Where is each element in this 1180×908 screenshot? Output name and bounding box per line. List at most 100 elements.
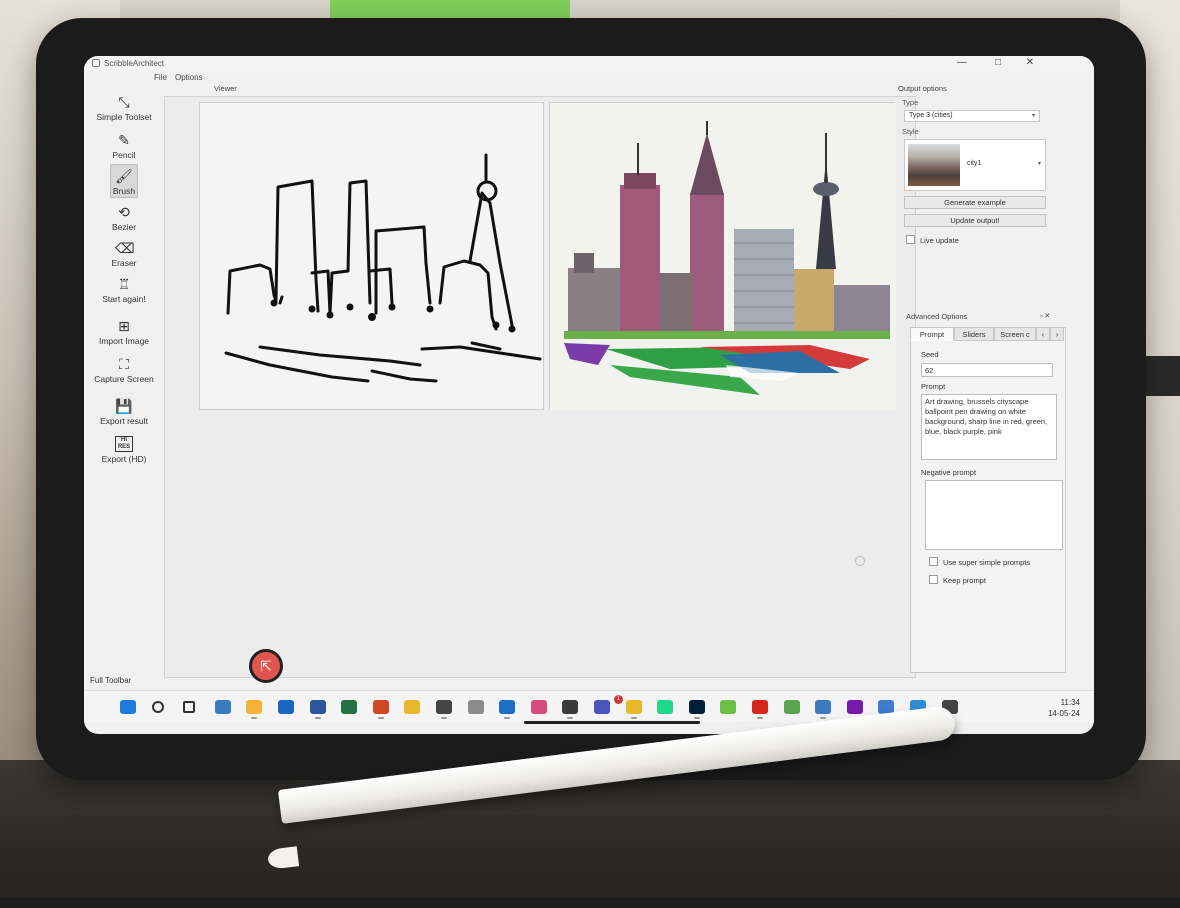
type-dropdown[interactable]: Type 3 (cities) ▾ [904,110,1040,122]
export-hd-button[interactable]: HI RES Export (HD) [84,436,164,464]
negative-prompt-textarea[interactable] [925,480,1063,550]
app-icon [92,59,100,67]
tab-screen[interactable]: Screen c [994,327,1036,341]
undock-icon[interactable]: ▫ ✕ [1040,312,1050,320]
bottom-edge [0,898,1180,908]
chrome-profile-icon[interactable] [625,700,642,714]
tab-prompt[interactable]: Prompt [910,327,954,341]
app-window: ScribbleArchitect — □ ✕ File Options ⤡ S… [84,56,1094,734]
running-indicator [693,717,700,719]
chevron-down-icon: ▾ [1031,113,1035,119]
onenote-icon[interactable] [846,700,863,714]
powerpoint-icon[interactable] [372,700,389,714]
viewer-area[interactable]: ⇱ [164,96,916,683]
eraser-icon: ⌫ [115,240,135,256]
title-bar: ScribbleArchitect — □ ✕ [84,56,1094,72]
running-indicator [441,717,447,719]
vpn-icon[interactable] [499,700,516,714]
advanced-options-title: Advanced Options [906,312,968,321]
output-options-title: Output options [898,84,947,93]
teams-icon[interactable] [594,700,610,714]
viewer-label: Viewer [214,84,237,93]
type-dropdown-value: Type 3 (cities) [909,112,953,119]
keep-prompt-checkbox[interactable] [929,575,938,584]
import-image-button[interactable]: ⊞ Import Image [84,318,164,346]
system-clock[interactable]: 11:34 14-05-24 [1048,697,1080,719]
running-indicator [377,717,384,719]
network-icon[interactable] [815,700,832,714]
outlook-icon[interactable] [278,700,294,714]
davinci-icon[interactable] [436,700,452,714]
running-indicator [630,717,637,719]
brush-tool[interactable]: 🖌 Brush [84,164,164,198]
pycharm-icon[interactable] [657,700,674,714]
running-indicator [757,717,763,719]
keep-prompt-label: Keep prompt [943,576,986,585]
sketch-drawing [224,153,542,383]
bezier-icon: ⟲ [118,204,130,220]
running-indicator [251,717,258,719]
brush-icon: 🖌 [115,168,133,184]
touch-cursor [855,556,865,566]
start-again-button[interactable]: ♖ Start again! [84,276,164,304]
status-bar-text: Full Toolbar [90,676,132,685]
remote-desktop-icon[interactable] [214,700,231,714]
close-button[interactable]: ✕ [1022,57,1038,68]
search-icon[interactable] [151,701,164,713]
open-external-button[interactable]: ⇱ [249,649,283,683]
maximize-button[interactable]: □ [990,57,1006,68]
seed-label: Seed [921,350,939,359]
super-simple-checkbox[interactable] [929,557,938,566]
word-icon[interactable] [309,700,326,714]
broom-icon: ♖ [117,276,131,292]
bezier-tool[interactable]: ⟲ Bezier [84,204,164,232]
running-indicator [567,717,574,719]
live-update-label: Live update [920,236,959,245]
style-label: Style [902,127,919,136]
acrobat-icon[interactable] [752,700,768,714]
sticky-notes-icon[interactable] [562,700,579,714]
photoshop-icon[interactable] [688,700,705,714]
style-dropdown-value: city1 [967,160,982,167]
paint-icon[interactable] [783,700,800,714]
update-output-button[interactable]: Update output! [904,214,1046,227]
generate-example-button[interactable]: Generate example [904,196,1046,209]
live-update-checkbox[interactable] [906,235,915,244]
eraser-tool[interactable]: ⌫ Eraser [84,240,164,268]
type-label: Type [902,98,919,107]
capture-screen-button[interactable]: ⛶ Capture Screen [84,356,164,384]
generated-output-canvas[interactable] [549,102,896,411]
style-dropdown[interactable]: city1 ▾ [904,139,1046,191]
excel-icon[interactable] [341,700,358,714]
add-image-icon: ⊞ [118,318,130,334]
file-explorer-icon[interactable] [246,700,263,714]
pencil-tool[interactable]: ✎ Pencil [84,132,164,160]
start-icon[interactable] [120,700,136,714]
export-result-button[interactable]: 💾 Export result [84,398,164,426]
left-toolbar: ⤡ Simple Toolset ✎ Pencil 🖌 Brush ⟲ Bezi… [84,84,164,684]
menu-file[interactable]: File [154,73,167,82]
style-thumbnail [908,144,960,186]
advanced-options-panel: Prompt Sliders Screen c ‹ › Seed 62 Prom… [910,327,1066,673]
home-indicator [524,721,700,724]
menu-options[interactable]: Options [175,73,203,82]
chevron-down-icon: ▾ [1037,161,1041,167]
tab-scroll-right[interactable]: › [1050,327,1064,341]
tab-scroll-left[interactable]: ‹ [1036,327,1050,341]
minimize-button[interactable]: — [954,57,970,68]
sig-icon[interactable] [467,700,484,714]
green-app-icon[interactable] [720,700,737,714]
prompt-textarea[interactable]: Art drawing, brussels cityscape ballpoin… [921,394,1057,460]
sketch-canvas[interactable] [199,102,544,410]
capture-frame-icon: ⛶ [119,356,129,372]
chrome-icon[interactable] [404,700,421,714]
seed-input[interactable]: 62 [921,363,1053,377]
snipping-icon[interactable] [530,700,547,714]
running-indicator [504,717,511,719]
task-view-icon[interactable] [183,701,196,713]
simple-toolset-button[interactable]: ⤡ Simple Toolset [84,94,164,122]
running-indicator [314,717,321,719]
tab-sliders[interactable]: Sliders [954,327,994,341]
teams-notification-badge: 1 [614,695,623,704]
collapse-arrows-icon: ⤡ [118,94,130,110]
